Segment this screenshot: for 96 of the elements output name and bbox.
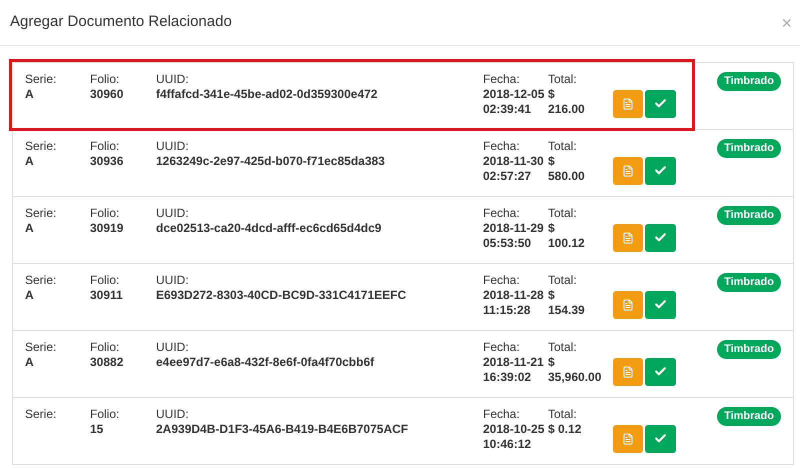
fecha-value: 2018-12-05 02:39:41 [483,87,546,117]
check-icon [654,432,667,445]
uuid-label: UUID: [156,407,190,422]
fecha-label: Fecha: [483,407,521,422]
check-icon [654,97,667,110]
document-row[interactable]: Serie: A Folio: 30911 UUID: E693D272-8303-40CD-BC9D-331C4171EEFC Fecha: 2018-11-28 11:15:28 Total: $ 154.39 Timbrado [13,264,793,331]
status-badge: Timbrado [717,340,781,358]
document-icon [622,98,634,110]
fecha-value: 2018-11-30 02:57:27 [483,154,545,184]
status-badge: Timbrado [717,72,781,90]
select-button[interactable] [645,90,676,118]
uuid-value: 1263249c-2e97-425d-b070-f71ec85da383 [156,154,386,169]
document-row[interactable]: Serie: Folio: 15 UUID: 2A939D4B-D1F3-45A6-B419-B4E6B7075ACF Fecha: 2018-10-25 10:46:12 Total: $ 0.12 Timbrado [13,398,793,465]
folio-label: Folio: [90,206,120,221]
folio-label: Folio: [90,72,120,87]
serie-label: Serie: [25,139,58,154]
select-button[interactable] [645,424,676,452]
fecha-label: Fecha: [483,340,521,355]
folio-label: Folio: [90,273,120,288]
select-button[interactable] [645,358,676,386]
select-button[interactable] [645,224,676,252]
document-row[interactable]: Serie: A Folio: 30960 UUID: f4ffafcd-341e-45be-ad02-0d359300e472 Fecha: 2018-12-05 02:39:41 Total: $ 216.00 Timbrado [13,63,793,130]
serie-value: A [25,355,35,370]
fecha-value: 2018-11-28 11:15:28 [483,288,545,318]
serie-label: Serie: [25,72,58,87]
status-badge: Timbrado [717,206,781,224]
total-label: Total: [548,206,578,221]
modal-title: Agregar Documento Relacionado [10,12,232,32]
folio-label: Folio: [90,340,120,355]
folio-value: 30936 [90,154,124,169]
uuid-value: 2A939D4B-D1F3-45A6-B419-B4E6B7075ACF [156,422,410,437]
total-value: $ 216.00 [548,87,586,117]
fecha-label: Fecha: [483,72,521,87]
document-icon [622,432,634,444]
folio-label: Folio: [90,407,120,422]
uuid-value: e4ee97d7-e6a8-432f-8e6f-0fa4f70cbb6f [156,355,376,370]
folio-label: Folio: [90,139,120,154]
total-label: Total: [548,72,578,87]
check-icon [654,164,667,177]
folio-value: 30919 [90,221,124,236]
uuid-label: UUID: [156,139,190,154]
uuid-value: E693D272-8303-40CD-BC9D-331C4171EEFC [156,288,408,303]
folio-value: 30911 [90,288,124,303]
serie-label: Serie: [25,340,58,355]
pdf-button[interactable] [613,424,643,452]
total-value: $ 0.12 [548,422,582,437]
document-row[interactable]: Serie: A Folio: 30919 UUID: dce02513-ca20-4dcd-afff-ec6cd65d4dc9 Fecha: 2018-11-29 05:53:50 Total: $ 100.12 Timbrado [13,197,793,264]
status-badge: Timbrado [717,139,781,158]
document-row[interactable]: Serie: A Folio: 30936 UUID: 1263249c-2e97-425d-b070-f71ec85da383 Fecha: 2018-11-30 02:57:27 Total: $ 580.00 Timbrado [13,130,793,197]
total-value: $ 154.39 [548,288,586,318]
fecha-label: Fecha: [483,273,521,288]
pdf-button[interactable] [613,358,643,386]
fecha-value: 2018-11-29 05:53:50 [483,221,545,251]
folio-value: 30882 [90,355,124,370]
fecha-label: Fecha: [483,206,521,221]
serie-label: Serie: [25,273,58,288]
select-button[interactable] [645,156,676,184]
serie-value: A [25,288,35,303]
uuid-label: UUID: [156,206,190,221]
total-label: Total: [548,340,578,355]
check-icon [654,298,667,311]
folio-value: 30960 [90,87,124,102]
serie-value: A [25,87,35,102]
total-value: $ 35,960.00 [548,355,602,385]
uuid-label: UUID: [156,273,190,288]
total-label: Total: [548,273,578,288]
check-icon [654,231,667,244]
pdf-button[interactable] [613,290,643,318]
document-icon [622,298,634,310]
pdf-button[interactable] [613,156,643,184]
uuid-value: f4ffafcd-341e-45be-ad02-0d359300e472 [156,87,378,102]
document-icon [622,366,634,378]
fecha-value: 2018-10-25 10:46:12 [483,422,546,452]
document-icon [622,232,634,244]
folio-value: 15 [90,422,104,437]
fecha-label: Fecha: [483,139,521,154]
pdf-button[interactable] [613,224,643,252]
uuid-label: UUID: [156,72,190,87]
total-value: $ 580.00 [548,154,586,184]
total-label: Total: [548,407,578,422]
document-icon [622,164,634,176]
serie-label: Serie: [25,206,58,221]
serie-value: A [25,221,35,236]
check-icon [654,365,667,378]
status-badge: Timbrado [717,273,781,292]
total-value: $ 100.12 [548,221,586,251]
uuid-label: UUID: [156,340,190,355]
total-label: Total: [548,139,578,154]
serie-label: Serie: [25,407,58,422]
pdf-button[interactable] [613,90,643,118]
serie-value: A [25,154,35,169]
select-button[interactable] [645,290,676,318]
status-badge: Timbrado [717,407,781,426]
document-row[interactable]: Serie: A Folio: 30882 UUID: e4ee97d7-e6a8-432f-8e6f-0fa4f70cbb6f Fecha: 2018-11-21 16:39:02 Total: $ 35,960.00 Timbrado [13,331,793,398]
fecha-value: 2018-11-21 16:39:02 [483,355,545,385]
uuid-value: dce02513-ca20-4dcd-afff-ec6cd65d4dc9 [156,221,382,236]
